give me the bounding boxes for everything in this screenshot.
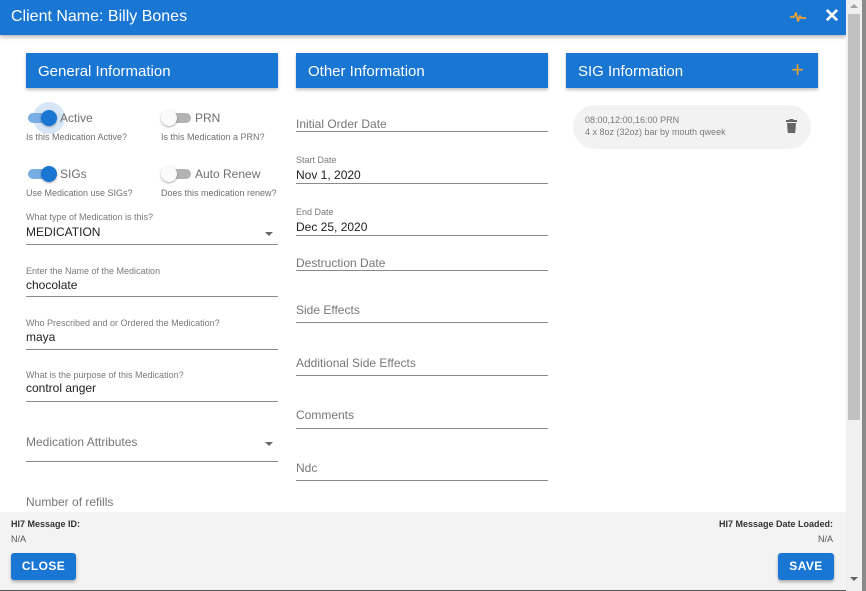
- medication-dialog: Client Name: Billy Bones ✕ General Infor…: [0, 0, 846, 591]
- sigs-toggle[interactable]: [26, 164, 60, 184]
- sigs-help: Use Medication use SIGs?: [26, 188, 133, 198]
- purpose-field[interactable]: What is the purpose of this Medication? …: [26, 369, 278, 402]
- dialog-footer: HI7 Message ID: N/A HI7 Message Date Loa…: [0, 512, 846, 591]
- vertical-scrollbar[interactable]: [846, 0, 862, 591]
- general-information-heading: General Information: [26, 53, 278, 88]
- refills-placeholder: Number of refills: [26, 495, 114, 509]
- purpose-label: What is the purpose of this Medication?: [26, 370, 184, 380]
- sigs-label: SIGs: [60, 167, 87, 181]
- date-loaded-value: N/A: [817, 534, 833, 544]
- scrollbar-thumb[interactable]: [848, 14, 860, 420]
- prescriber-label: Who Prescribed and or Ordered the Medica…: [26, 318, 220, 328]
- purpose-value: control anger: [26, 381, 97, 395]
- comments-placeholder: Comments: [296, 408, 355, 422]
- active-label: Active: [60, 111, 93, 125]
- prescriber-field[interactable]: Who Prescribed and or Ordered the Medica…: [26, 317, 278, 350]
- ndc-field[interactable]: Ndc: [296, 451, 548, 481]
- sig-schedule: 08:00,12:00,16:00 PRN: [585, 115, 680, 125]
- trash-icon[interactable]: [786, 119, 797, 133]
- destruction-date-placeholder: Destruction Date: [296, 256, 386, 270]
- initial-order-date-placeholder: Initial Order Date: [296, 117, 387, 131]
- active-help: Is this Medication Active?: [26, 132, 128, 142]
- close-icon[interactable]: ✕: [824, 7, 840, 26]
- medication-type-select[interactable]: What type of Medication is this? MEDICAT…: [26, 210, 278, 245]
- auto-renew-label: Auto Renew: [195, 167, 261, 181]
- chevron-down-icon: [265, 232, 273, 236]
- sig-information-title: SIG Information: [578, 63, 684, 80]
- sig-information-section: SIG Information + 08:00,12:00,16:00 PRN …: [566, 53, 818, 149]
- message-id-value: N/A: [11, 534, 27, 544]
- toggle-thumb: [41, 166, 57, 182]
- close-button[interactable]: CLOSE: [11, 553, 76, 580]
- auto-renew-toggle[interactable]: [161, 164, 195, 184]
- toggle-thumb: [161, 166, 177, 182]
- sig-instructions: 4 x 8oz (32oz) bar by mouth qweek: [585, 127, 726, 137]
- medication-attributes-placeholder: Medication Attributes: [26, 435, 138, 449]
- backdrop-edge: [862, 0, 866, 591]
- initial-order-date-field[interactable]: Initial Order Date: [296, 108, 548, 132]
- general-information-section: General Information Active Is this Medic…: [26, 53, 278, 509]
- other-information-heading: Other Information: [296, 53, 548, 88]
- start-date-value: Nov 1, 2020: [296, 168, 361, 182]
- prn-toggle[interactable]: [161, 108, 195, 128]
- side-effects-placeholder: Side Effects: [296, 303, 360, 317]
- prn-label: PRN: [195, 111, 221, 125]
- dialog-title: Client Name: Billy Bones: [11, 8, 188, 25]
- save-button[interactable]: SAVE: [778, 553, 834, 580]
- prescriber-value: maya: [26, 330, 56, 344]
- medication-type-label: What type of Medication is this?: [26, 212, 154, 222]
- dialog-header: Client Name: Billy Bones ✕: [0, 0, 846, 35]
- additional-side-effects-field[interactable]: Additional Side Effects: [296, 345, 548, 376]
- side-effects-field[interactable]: Side Effects: [296, 293, 548, 323]
- active-toggle[interactable]: [26, 102, 65, 134]
- toggle-thumb: [41, 110, 57, 126]
- chevron-down-icon: [265, 442, 273, 446]
- other-information-section: Other Information Initial Order Date Sta…: [296, 53, 548, 481]
- additional-side-effects-placeholder: Additional Side Effects: [296, 356, 416, 370]
- end-date-label: End Date: [296, 207, 334, 217]
- pulse-icon[interactable]: [789, 9, 807, 25]
- comments-field[interactable]: Comments: [296, 398, 548, 429]
- end-date-value: Dec 25, 2020: [296, 220, 368, 234]
- medication-name-field[interactable]: Enter the Name of the Medication chocola…: [26, 265, 278, 297]
- medication-name-value: chocolate: [26, 278, 78, 292]
- end-date-field[interactable]: End Date Dec 25, 2020: [296, 205, 548, 236]
- plus-icon[interactable]: +: [791, 59, 804, 81]
- prn-help: Is this Medication a PRN?: [161, 132, 265, 142]
- date-loaded-label: HI7 Message Date Loaded:: [718, 519, 833, 529]
- scroll-up-arrow-icon[interactable]: [850, 4, 858, 8]
- toggle-thumb: [161, 110, 177, 126]
- medication-attributes-select[interactable]: Medication Attributes: [26, 425, 278, 462]
- scroll-down-arrow-icon[interactable]: [850, 577, 858, 581]
- message-id-label: HI7 Message ID:: [11, 519, 81, 529]
- sig-information-heading: SIG Information +: [566, 53, 818, 88]
- medication-type-value: MEDICATION: [26, 225, 101, 239]
- sig-list-item[interactable]: 08:00,12:00,16:00 PRN 4 x 8oz (32oz) bar…: [573, 105, 811, 149]
- start-date-label: Start Date: [296, 155, 337, 165]
- auto-renew-help: Does this medication renew?: [161, 188, 277, 198]
- medication-name-label: Enter the Name of the Medication: [26, 266, 161, 276]
- start-date-field[interactable]: Start Date Nov 1, 2020: [296, 153, 548, 184]
- destruction-date-field[interactable]: Destruction Date: [296, 248, 548, 271]
- ndc-placeholder: Ndc: [296, 461, 318, 475]
